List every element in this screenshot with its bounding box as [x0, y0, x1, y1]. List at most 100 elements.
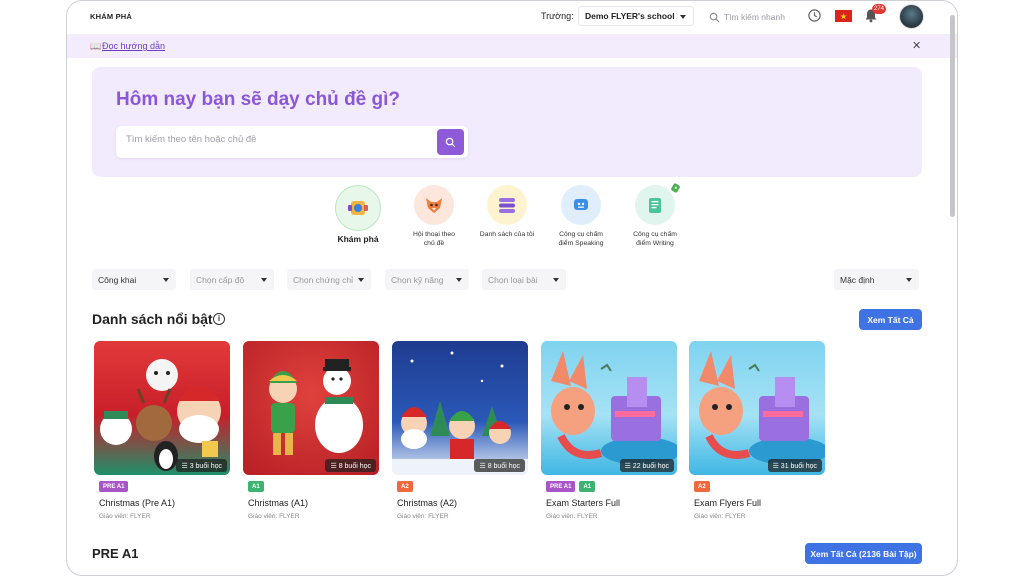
flyer-mascot-illustration-icon [551, 351, 677, 465]
filter-label: Công khai [98, 275, 137, 285]
card-thumbnail: ☰ 8 buổi học [243, 341, 379, 475]
level-tag: A1 [579, 481, 596, 492]
card-thumbnail: ☰ 8 buổi học [392, 341, 528, 475]
tool-topic-conversation[interactable]: Hội thoại theo chủ đề [399, 185, 469, 248]
course-card[interactable]: ☰ 8 buổi học A2 Christmas (A2) Giáo viên… [392, 341, 528, 526]
notification-badge: 274 [872, 4, 887, 14]
tool-label: Công cụ chấm điểm Speaking [558, 231, 604, 247]
chevron-down-icon [553, 278, 559, 282]
fox-icon [414, 185, 454, 225]
flyer-mascot-illustration-icon [699, 351, 825, 465]
tool-label: Hội thoại theo chủ đề [413, 231, 455, 247]
level-tag: PRE A1 [546, 481, 576, 492]
chevron-down-icon [358, 278, 364, 282]
card-teacher: Giáo viên: FLYER [546, 513, 598, 520]
app-window: KHÁM PHÁ Trường: Demo FLYER's school Tìm… [66, 0, 958, 576]
level-tag: A2 [694, 481, 710, 492]
tool-speaking-grader[interactable]: Công cụ chấm điểm Speaking [546, 185, 616, 248]
writing-icon: ● [635, 182, 681, 225]
hero-title: Hôm nay bạn sẽ dạy chủ đề gì? [116, 89, 401, 110]
new-badge-icon: ● [670, 182, 681, 194]
course-card[interactable]: ☰ 8 buổi học A1 Christmas (A1) Giáo viên… [243, 341, 379, 526]
guide-link[interactable]: Đọc hướng dẫn [102, 41, 165, 51]
card-title: Christmas (A2) [397, 498, 458, 508]
chevron-down-icon [261, 278, 267, 282]
info-icon[interactable]: i [213, 313, 225, 325]
pre-a1-see-all-button[interactable]: Xem Tất Cả (2136 Bài Tập) [805, 543, 922, 564]
search-button[interactable] [437, 129, 464, 155]
sessions-badge: ☰ 8 buổi học [474, 459, 525, 472]
filter-label: Chọn cấp độ [196, 275, 245, 285]
vietnam-flag-icon[interactable]: ★ [835, 10, 852, 22]
course-card[interactable]: ☰ 3 buổi học PRE A1 Christmas (Pre A1) G… [94, 341, 230, 526]
card-thumbnail: ☰ 3 buổi học [94, 341, 230, 475]
history-icon[interactable] [807, 8, 822, 23]
card-thumbnail: ☰ 22 buổi học [541, 341, 677, 475]
card-title: Exam Starters Full [546, 498, 621, 508]
card-title: Christmas (A1) [248, 498, 309, 508]
course-card[interactable]: ☰ 22 buổi học PRE A1 A1 Exam Starters Fu… [541, 341, 677, 526]
card-teacher: Giáo viên: FLYER [248, 513, 300, 520]
quick-search[interactable]: Tìm kiếm nhanh [709, 9, 809, 25]
sessions-badge: ☰ 8 buổi học [325, 459, 376, 472]
featured-title: Danh sách nổi bật [92, 311, 213, 327]
school-label: Trường: [541, 11, 574, 21]
hero-search [116, 126, 468, 158]
quick-search-placeholder: Tìm kiếm nhanh [724, 12, 785, 22]
chevron-down-icon [456, 278, 462, 282]
sort-select[interactable]: Mặc định [834, 269, 919, 290]
filter-label: Chọn loại bài [488, 275, 538, 285]
christmas-illustration-icon [269, 359, 363, 455]
school-select-value: Demo FLYER's school [585, 11, 675, 21]
pre-a1-title: PRE A1 [92, 546, 139, 561]
featured-see-all-button[interactable]: Xem Tất Cả [859, 309, 922, 330]
close-icon[interactable]: ✕ [912, 39, 921, 52]
tool-writing-grader[interactable]: ● Công cụ chấm điểm Writing [620, 182, 690, 248]
filter-skill[interactable]: Chọn kỹ năng [385, 269, 469, 290]
filter-certificate[interactable]: Chọn chứng chỉ [287, 269, 371, 290]
filter-exercise-type[interactable]: Chọn loại bài [482, 269, 566, 290]
tool-label: Khám phá [337, 234, 379, 244]
search-icon [445, 137, 456, 147]
scrollbar[interactable] [950, 15, 955, 217]
level-tag: PRE A1 [99, 481, 129, 492]
book-icon: 📖 [90, 41, 102, 51]
level-tag: A1 [248, 481, 264, 492]
card-teacher: Giáo viên: FLYER [397, 513, 449, 520]
card-title: Christmas (Pre A1) [99, 498, 176, 508]
tool-label: Công cụ chấm điểm Writing [633, 231, 677, 247]
school-select[interactable]: Demo FLYER's school [578, 6, 694, 26]
hero-panel: Hôm nay bạn sẽ dạy chủ đề gì? [92, 67, 922, 177]
christmas-illustration-icon [392, 351, 528, 475]
filter-label: Mặc định [840, 275, 875, 285]
level-tag: A2 [397, 481, 413, 492]
chevron-down-icon [680, 15, 686, 19]
chevron-down-icon [163, 278, 169, 282]
page-title: KHÁM PHÁ [90, 12, 133, 21]
explore-icon [335, 185, 381, 231]
filter-label: Chọn kỹ năng [391, 275, 444, 285]
avatar[interactable] [899, 4, 924, 29]
sessions-badge: ☰ 22 buổi học [619, 459, 674, 472]
card-thumbnail: ☰ 31 buổi học [689, 341, 825, 475]
search-icon [709, 12, 720, 22]
card-teacher: Giáo viên: FLYER [99, 513, 151, 520]
speaking-icon [561, 185, 601, 225]
sessions-badge: ☰ 3 buổi học [176, 459, 227, 472]
tool-my-list[interactable]: Danh sách của tôi [472, 185, 542, 239]
filter-level[interactable]: Chọn cấp độ [190, 269, 274, 290]
top-bar: KHÁM PHÁ Trường: Demo FLYER's school Tìm… [67, 1, 957, 33]
chevron-down-icon [906, 278, 912, 282]
tool-label: Danh sách của tôi [479, 231, 535, 238]
list-stack-icon [487, 185, 527, 225]
course-card[interactable]: ☰ 31 buổi học A2 Exam Flyers Full Giáo v… [689, 341, 825, 526]
sessions-badge: ☰ 31 buổi học [767, 459, 822, 472]
filter-visibility[interactable]: Công khai [92, 269, 176, 290]
card-teacher: Giáo viên: FLYER [694, 513, 746, 520]
topic-search-input[interactable] [126, 134, 426, 145]
guide-banner: 📖 Đọc hướng dẫn ✕ [67, 34, 957, 58]
christmas-illustration-icon [100, 359, 221, 471]
card-title: Exam Flyers Full [694, 498, 762, 508]
tool-explore[interactable]: Khám phá [323, 185, 393, 244]
filter-label: Chọn chứng chỉ [293, 275, 354, 285]
